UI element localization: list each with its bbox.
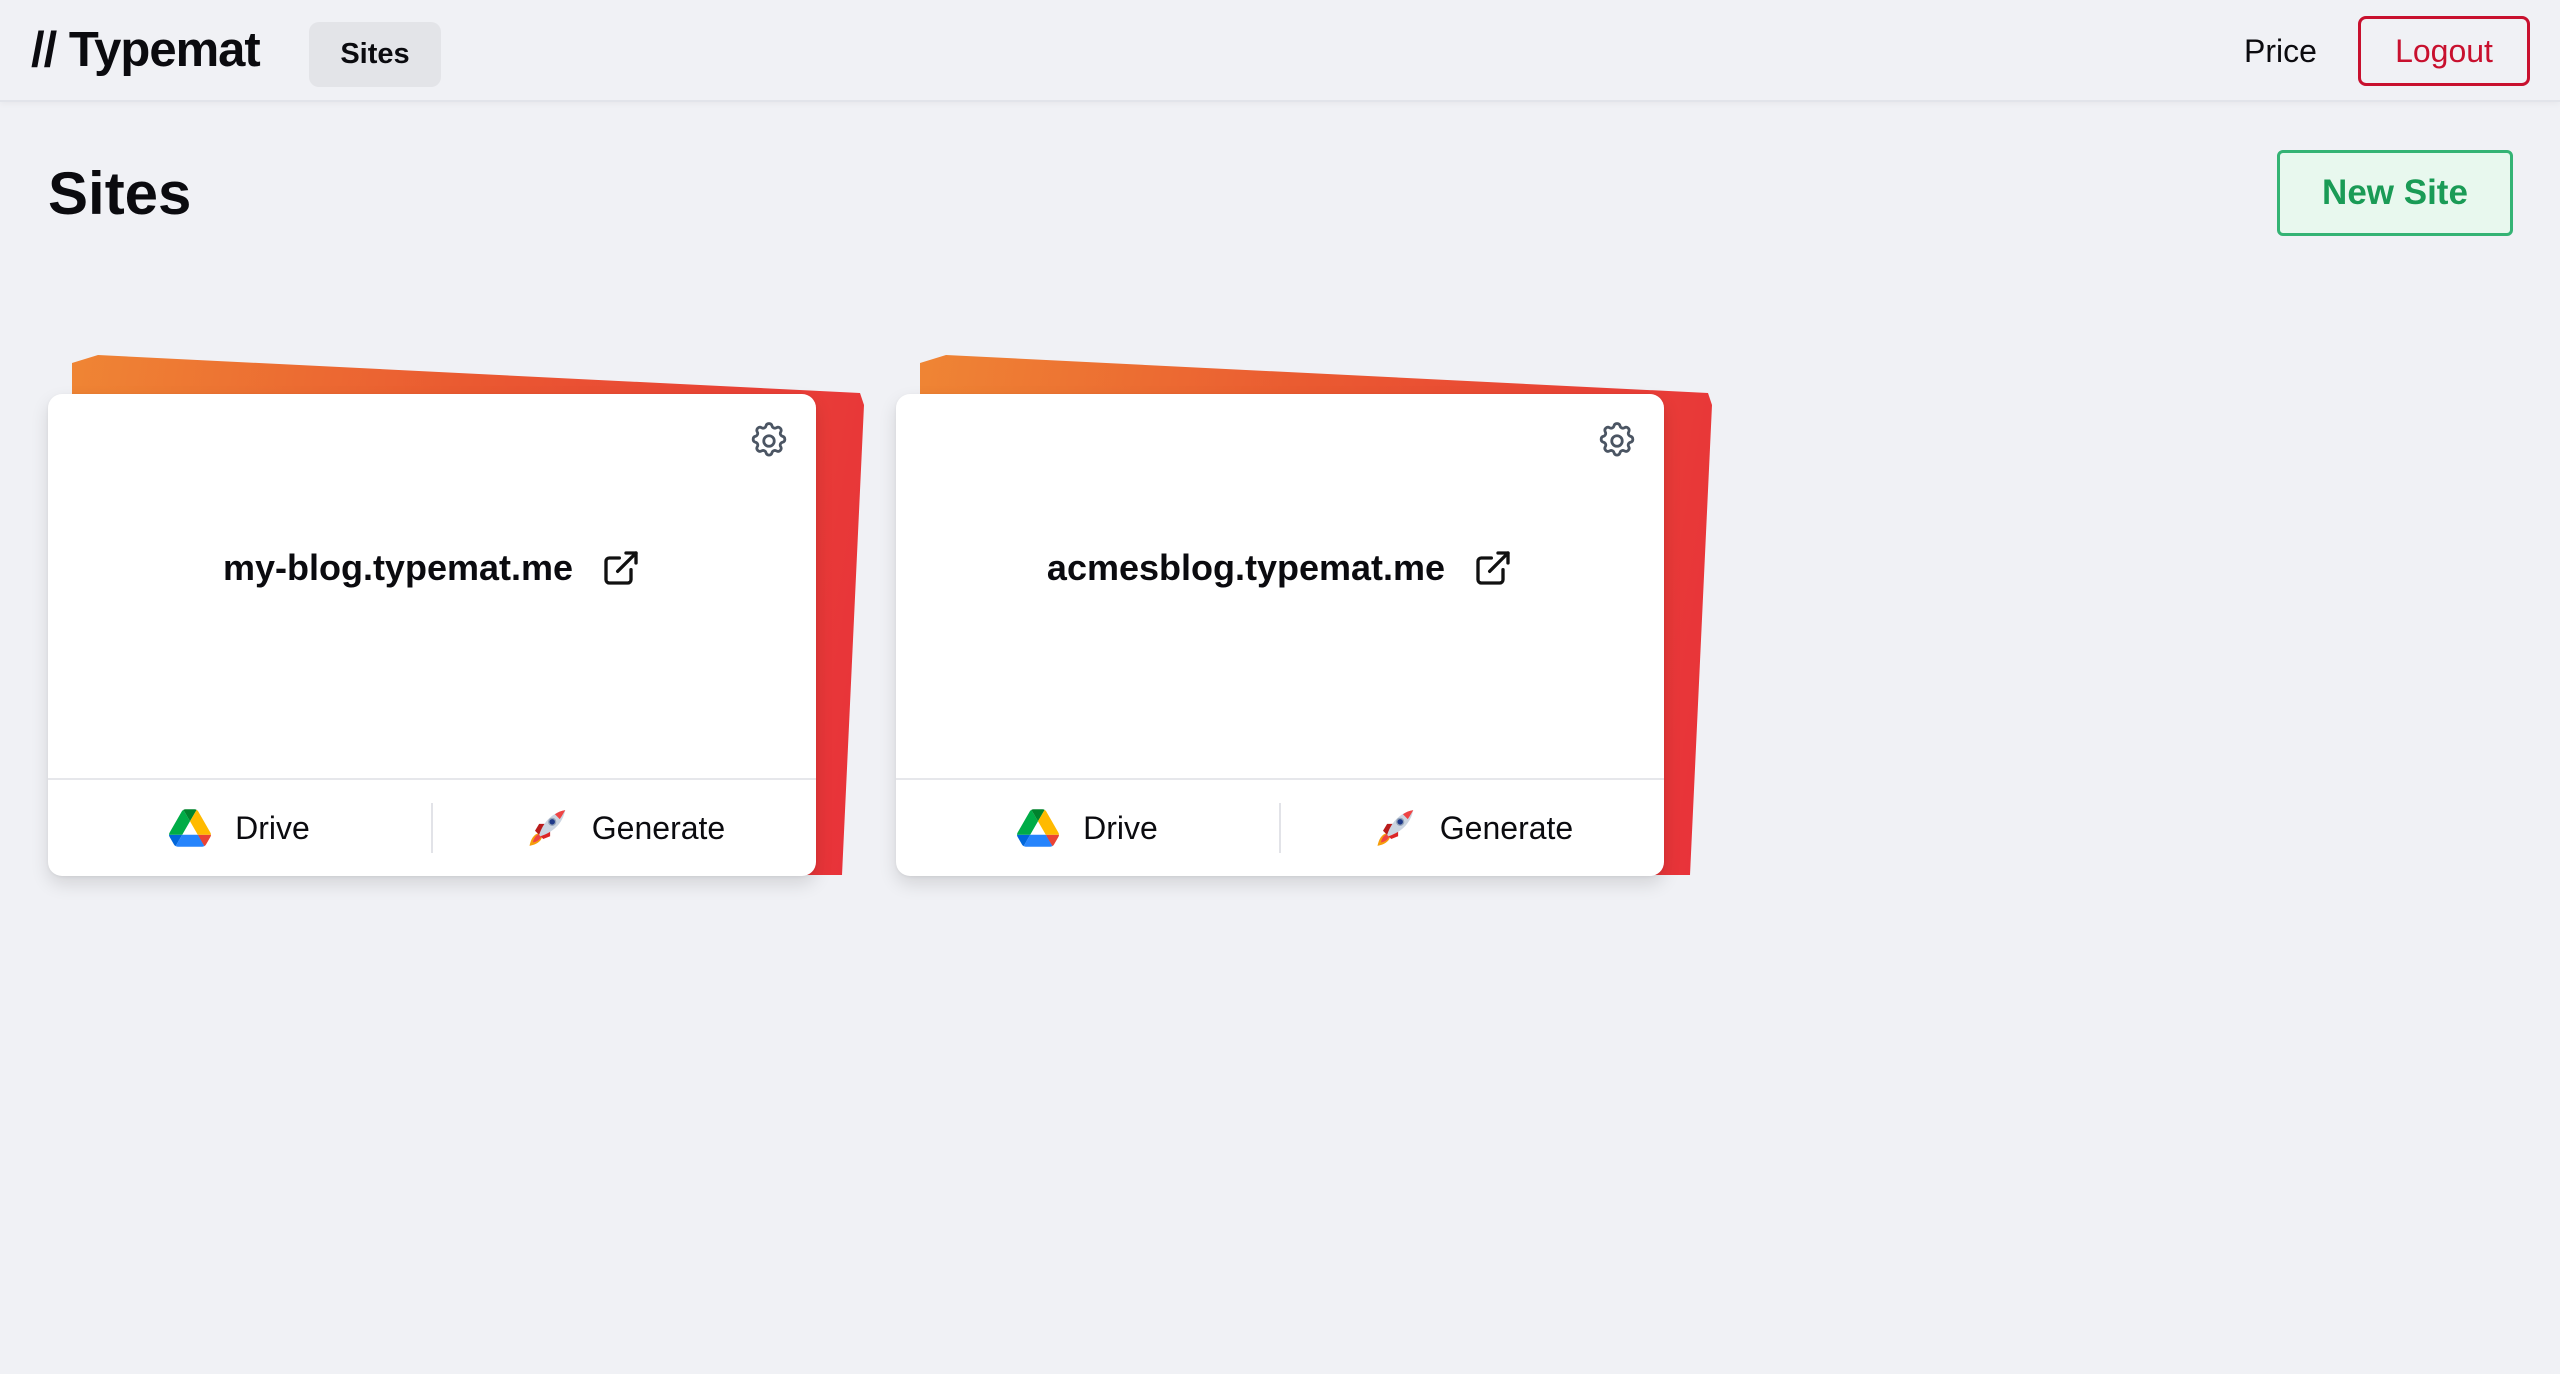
external-link-icon[interactable] xyxy=(1473,548,1513,588)
rocket-icon xyxy=(1377,810,1414,846)
new-site-button[interactable]: New Site xyxy=(2277,150,2513,236)
logout-button[interactable]: Logout xyxy=(2358,16,2530,86)
rocket-icon xyxy=(529,810,566,846)
nav-sites-button[interactable]: Sites xyxy=(309,22,441,87)
top-navigation-bar: // Typemat Sites Price Logout xyxy=(0,0,2560,102)
generate-label: Generate xyxy=(1439,809,1574,846)
site-name-row: my-blog.typemat.me xyxy=(48,540,816,596)
nav-price-link[interactable]: Price xyxy=(2244,28,2317,74)
drive-button[interactable]: Drive xyxy=(48,780,431,876)
google-drive-icon xyxy=(169,809,212,847)
site-name-link[interactable]: acmesblog.typemat.me xyxy=(1047,540,1445,596)
drive-button[interactable]: Drive xyxy=(896,780,1279,876)
site-card-footer: Drive Generate xyxy=(896,778,1664,876)
gear-icon[interactable] xyxy=(748,420,790,462)
site-card-body: my-blog.typemat.me Drive Generate xyxy=(48,394,816,876)
gear-icon[interactable] xyxy=(1596,420,1638,462)
typemat-logo[interactable]: // Typemat xyxy=(31,20,261,80)
generate-label: Generate xyxy=(591,809,726,846)
external-link-icon[interactable] xyxy=(601,548,641,588)
site-card-footer: Drive Generate xyxy=(48,778,816,876)
site-card-body: acmesblog.typemat.me Drive Generate xyxy=(896,394,1664,876)
drive-label: Drive xyxy=(1083,809,1158,846)
generate-button[interactable]: Generate xyxy=(433,780,816,876)
page-title: Sites xyxy=(48,160,192,227)
site-name-row: acmesblog.typemat.me xyxy=(896,540,1664,596)
site-card: acmesblog.typemat.me Drive Generate xyxy=(896,355,1712,880)
site-card: my-blog.typemat.me Drive Generate xyxy=(48,355,864,880)
generate-button[interactable]: Generate xyxy=(1281,780,1664,876)
google-drive-icon xyxy=(1017,809,1060,847)
site-name-link[interactable]: my-blog.typemat.me xyxy=(223,540,573,596)
drive-label: Drive xyxy=(235,809,310,846)
